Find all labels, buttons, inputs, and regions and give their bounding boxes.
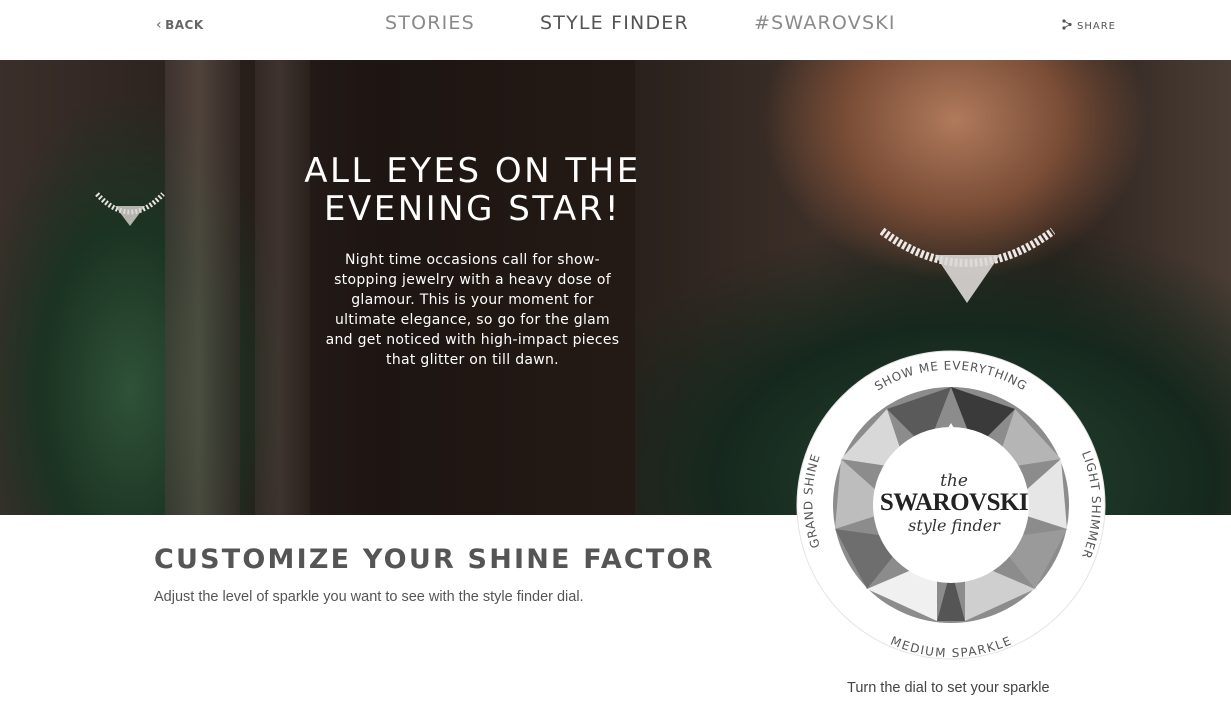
nav-link-stories[interactable]: STORIES bbox=[385, 12, 475, 34]
style-finder-dial[interactable]: SHOW ME EVERYTHING LIGHT SHIMMER MEDIUM … bbox=[795, 349, 1107, 661]
chevron-left-icon: ‹ bbox=[156, 17, 163, 33]
dial-center-the: the bbox=[940, 471, 968, 491]
section-description: Adjust the level of sparkle you want to … bbox=[154, 589, 584, 605]
share-button[interactable]: SHARE bbox=[1062, 19, 1116, 33]
column-decor bbox=[165, 60, 240, 515]
share-icon bbox=[1062, 19, 1072, 33]
nav-link-style-finder[interactable]: STYLE FINDER bbox=[540, 12, 689, 34]
dial-center-brand: SWAROVSKI bbox=[880, 489, 1028, 516]
hero-title-line-1: ALL EYES ON THE bbox=[304, 151, 641, 191]
hero-title-line-2: EVENING STAR! bbox=[324, 189, 621, 229]
necklace-decor bbox=[880, 227, 1055, 303]
top-nav: ‹ BACK STORIES STYLE FINDER #SWAROVSKI S… bbox=[0, 0, 1231, 60]
column-decor bbox=[255, 60, 310, 515]
back-button[interactable]: ‹ BACK bbox=[156, 17, 204, 33]
back-label: BACK bbox=[165, 18, 204, 32]
hero-body: Night time occasions call for show-stopp… bbox=[325, 252, 620, 368]
hero-title: ALL EYES ON THE EVENING STAR! bbox=[300, 152, 645, 228]
dial-hint: Turn the dial to set your sparkle bbox=[847, 680, 1050, 696]
dial-center-style-finder: style finder bbox=[908, 516, 1001, 535]
nav-link-swarovski-hashtag[interactable]: #SWAROVSKI bbox=[754, 12, 896, 34]
section-title: CUSTOMIZE YOUR SHINE FACTOR bbox=[154, 544, 715, 575]
necklace-decor bbox=[95, 192, 165, 226]
share-label: SHARE bbox=[1077, 20, 1116, 32]
